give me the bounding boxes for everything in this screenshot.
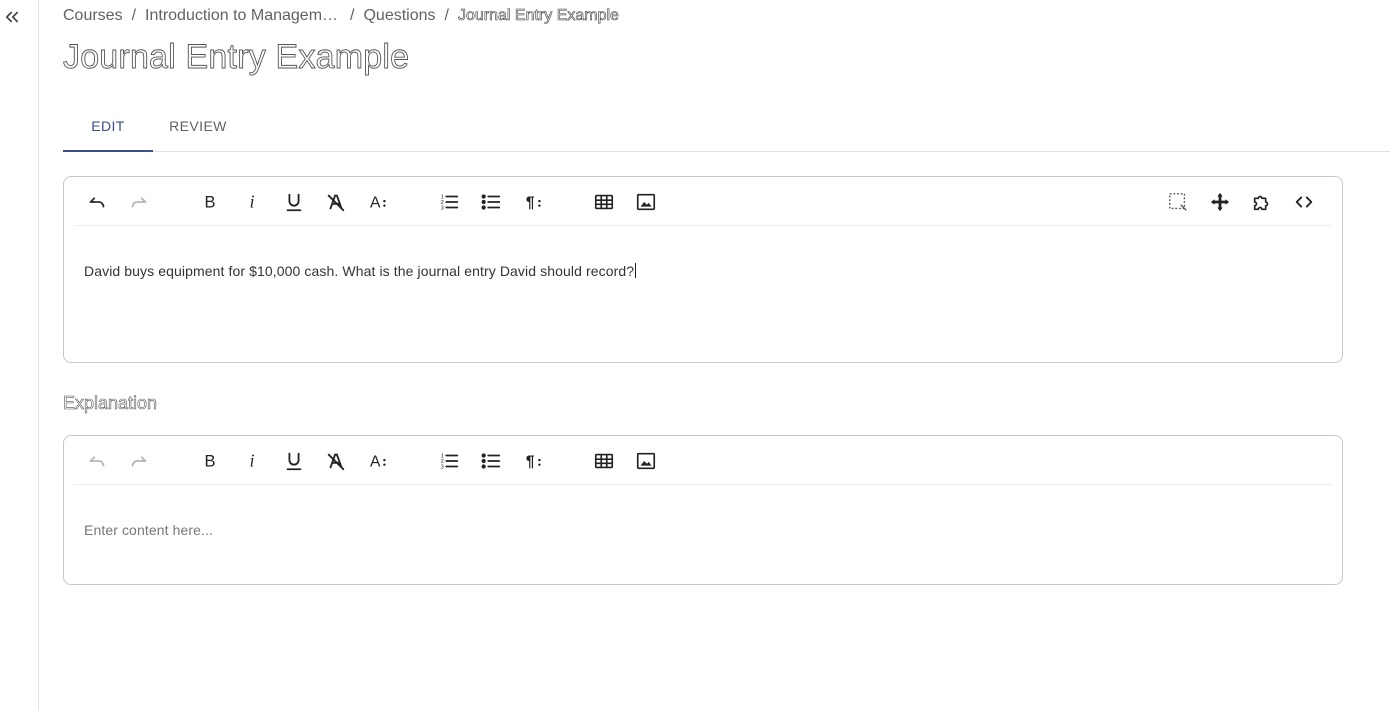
paragraph-icon[interactable]: ¶ (520, 448, 546, 474)
breadcrumb-current: Journal Entry Example (457, 7, 620, 25)
image-icon[interactable] (633, 189, 659, 215)
text-caret (635, 263, 637, 278)
breadcrumb-separator: / (131, 7, 137, 24)
undo-icon[interactable] (84, 189, 110, 215)
extension-icon[interactable] (1249, 189, 1275, 215)
table-icon[interactable] (591, 448, 617, 474)
underline-icon[interactable] (281, 448, 307, 474)
question-editor[interactable]: B i A 123 ¶ David buys equipment for $10… (63, 176, 1343, 363)
svg-text:A: A (370, 454, 381, 471)
breadcrumb-courses[interactable]: Courses (63, 7, 123, 25)
explanation-label: Explanation (63, 393, 158, 414)
breadcrumb-separator: / (444, 7, 449, 24)
svg-text:i: i (250, 451, 255, 471)
breadcrumb-course[interactable]: Introduction to Management Accounting (145, 7, 341, 25)
svg-text:B: B (204, 453, 215, 471)
explanation-placeholder: Enter content here... (84, 522, 213, 538)
italic-icon[interactable]: i (239, 189, 265, 215)
svg-text:¶: ¶ (526, 454, 535, 471)
svg-text:¶: ¶ (526, 195, 535, 212)
explanation-content[interactable]: Enter content here... (64, 485, 1342, 538)
editor-toolbar: B i A 123 ¶ (74, 177, 1332, 226)
tab-edit[interactable]: EDIT (63, 101, 153, 152)
bold-icon[interactable]: B (197, 189, 223, 215)
breadcrumb: Courses / Introduction to Management Acc… (63, 7, 619, 25)
editor-toolbar: B i A 123 ¶ (74, 436, 1332, 485)
svg-text:A: A (370, 195, 381, 212)
tab-review[interactable]: REVIEW (153, 101, 243, 151)
redo-icon[interactable] (126, 448, 152, 474)
clear-format-icon[interactable] (323, 189, 349, 215)
select-area-icon[interactable] (1165, 189, 1191, 215)
breadcrumb-questions[interactable]: Questions (363, 7, 435, 25)
svg-text:B: B (204, 194, 215, 212)
image-icon[interactable] (633, 448, 659, 474)
svg-text:3: 3 (441, 464, 444, 470)
ordered-list-icon[interactable]: 123 (436, 448, 462, 474)
bullet-list-icon[interactable] (478, 189, 504, 215)
page-title: Journal Entry Example (63, 38, 410, 77)
svg-text:3: 3 (441, 205, 444, 211)
bullet-list-icon[interactable] (478, 448, 504, 474)
collapse-sidebar-icon[interactable] (1, 6, 23, 28)
left-rail (0, 0, 39, 710)
font-size-icon[interactable]: A (365, 189, 391, 215)
redo-icon[interactable] (126, 189, 152, 215)
italic-icon[interactable]: i (239, 448, 265, 474)
clear-format-icon[interactable] (323, 448, 349, 474)
breadcrumb-separator: / (350, 7, 355, 24)
svg-text:i: i (250, 192, 255, 212)
paragraph-icon[interactable]: ¶ (520, 189, 546, 215)
underline-icon[interactable] (281, 189, 307, 215)
code-icon[interactable] (1291, 189, 1317, 215)
bold-icon[interactable]: B (197, 448, 223, 474)
ordered-list-icon[interactable]: 123 (436, 189, 462, 215)
table-icon[interactable] (591, 189, 617, 215)
font-size-icon[interactable]: A (365, 448, 391, 474)
explanation-editor[interactable]: B i A 123 ¶ Enter content here... (63, 435, 1343, 585)
question-content[interactable]: David buys equipment for $10,000 cash. W… (64, 226, 1342, 279)
tab-bar: EDIT REVIEW (63, 101, 1390, 152)
question-text: David buys equipment for $10,000 cash. W… (84, 263, 635, 279)
move-icon[interactable] (1207, 189, 1233, 215)
undo-icon[interactable] (84, 448, 110, 474)
